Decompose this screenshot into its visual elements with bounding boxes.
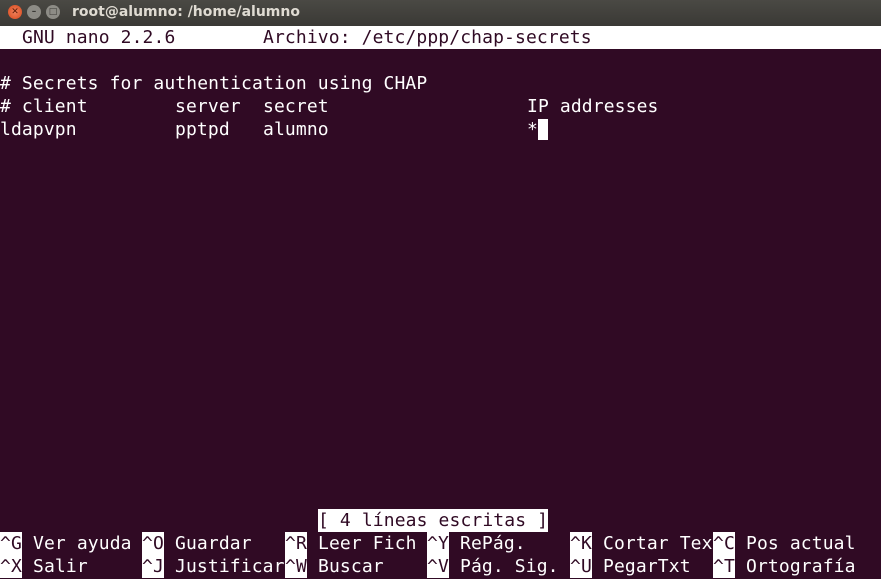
shortcut-where-is[interactable]: Buscar [318, 555, 384, 578]
column-client: # client [0, 96, 88, 117]
terminal[interactable]: GNU nano 2.2.6 Archivo: /etc/ppp/chap-se… [0, 26, 881, 579]
maximize-button[interactable]: □ [46, 5, 60, 19]
shortcut-cut-text[interactable]: Cortar Tex [603, 532, 713, 555]
file-name: Archivo: /etc/ppp/chap-secrets [263, 27, 592, 48]
text-line[interactable]: # Secrets for authentication using CHAP [0, 72, 881, 95]
status-message: [ 4 líneas escritas ] [318, 509, 549, 532]
minimize-button[interactable]: – [27, 5, 41, 19]
entry-server: pptpd [175, 119, 230, 140]
shortcut-key[interactable]: ^W [285, 555, 307, 578]
shortcut-help[interactable]: Ver ayuda [33, 532, 132, 555]
shortcut-uncut[interactable]: PegarTxt [603, 555, 691, 578]
shortcut-read-file[interactable]: Leer Fich [318, 532, 417, 555]
entry-client: ldapvpn [0, 119, 77, 140]
shortcut-key[interactable]: ^V [427, 555, 449, 578]
shortcut-key[interactable]: ^U [570, 555, 592, 578]
shortcut-row-1: ^G Ver ayuda ^O Guardar ^R Leer Fich ^Y … [0, 532, 881, 555]
nano-header: GNU nano 2.2.6 Archivo: /etc/ppp/chap-se… [0, 26, 881, 49]
text-cursor [538, 118, 548, 141]
text-line[interactable]: # client server secret IP addresses [0, 95, 881, 118]
shortcut-key[interactable]: ^R [285, 532, 307, 555]
shortcut-key[interactable]: ^T [713, 555, 735, 578]
shortcut-row-2: ^X Salir ^J Justificar ^W Buscar ^V Pág.… [0, 555, 881, 578]
window-titlebar: ✕ – □ root@alumno: /home/alumno [0, 0, 881, 27]
close-button[interactable]: ✕ [8, 5, 22, 19]
shortcut-next-page[interactable]: Pág. Sig. [460, 555, 559, 578]
entry-ip: * [527, 119, 538, 140]
shortcut-cur-pos[interactable]: Pos actual [746, 532, 856, 555]
entry-secret: alumno [263, 119, 329, 140]
shortcut-key[interactable]: ^J [142, 555, 164, 578]
nano-version: GNU nano 2.2.6 [22, 27, 176, 48]
window-title: root@alumno: /home/alumno [72, 4, 300, 20]
column-secret: secret [263, 96, 329, 117]
shortcut-key[interactable]: ^K [570, 532, 592, 555]
shortcut-justify[interactable]: Justificar [175, 555, 285, 578]
comment-line: # Secrets for authentication using CHAP [0, 73, 428, 94]
status-line: [ 4 líneas escritas ] [0, 509, 881, 532]
shortcut-key[interactable]: ^Y [427, 532, 449, 555]
column-server: server [175, 96, 241, 117]
shortcut-key[interactable]: ^G [0, 532, 22, 555]
shortcut-spell[interactable]: Ortografía [746, 555, 856, 578]
column-ip: IP addresses [527, 96, 659, 117]
shortcut-key[interactable]: ^X [0, 555, 22, 578]
shortcut-save[interactable]: Guardar [175, 532, 252, 555]
shortcut-key[interactable]: ^C [713, 532, 735, 555]
shortcut-prev-page[interactable]: RePág. [460, 532, 526, 555]
shortcut-exit[interactable]: Salir [33, 555, 88, 578]
text-line[interactable]: ldapvpn pptpd alumno * [0, 118, 881, 141]
shortcut-key[interactable]: ^O [142, 532, 164, 555]
